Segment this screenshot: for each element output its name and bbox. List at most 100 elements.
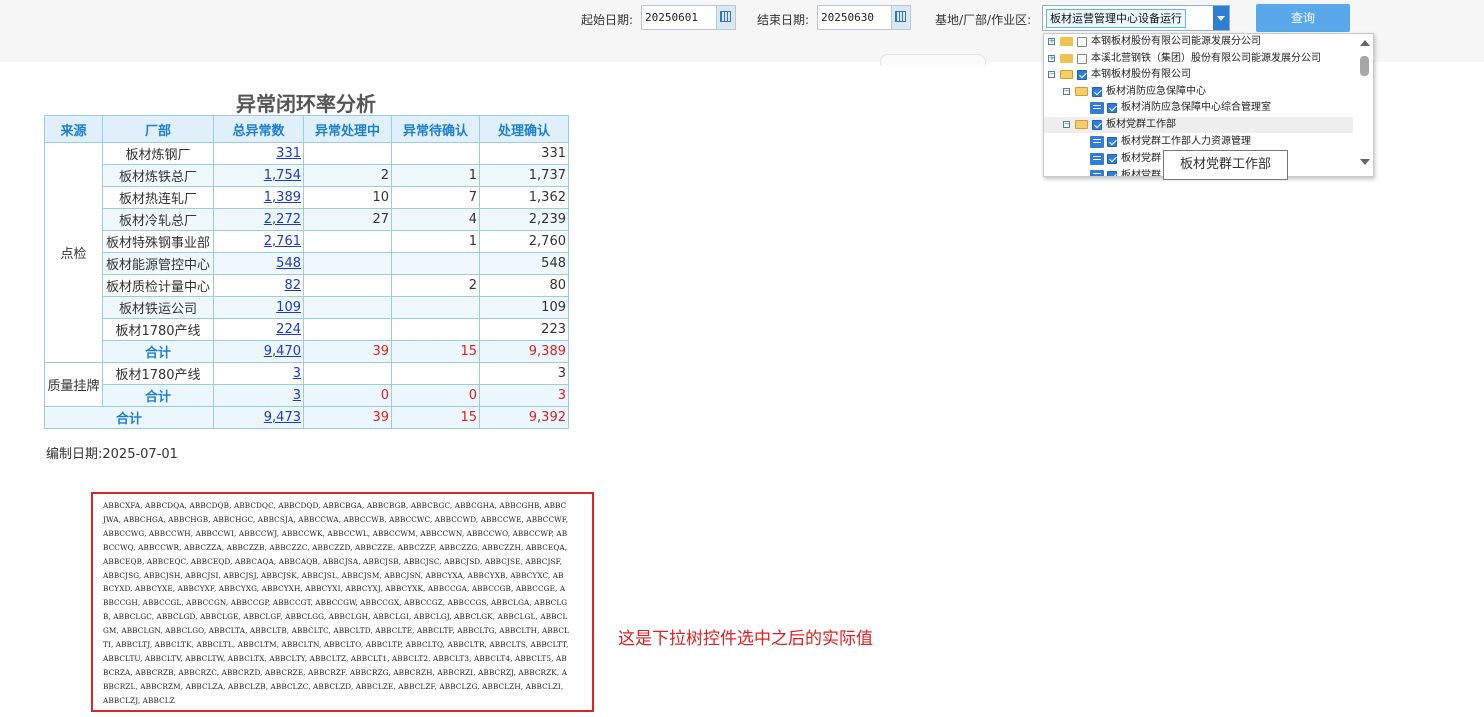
start-date-calendar-button[interactable] [716,6,735,29]
total-link[interactable]: 82 [284,278,301,293]
total-link[interactable]: 3 [293,366,301,381]
grand-total-link[interactable]: 9,473 [264,410,301,425]
tree-checkbox[interactable] [1077,37,1087,47]
processing-cell [303,142,392,165]
folder-open-icon [1075,87,1088,96]
collapse-icon[interactable]: − [1048,71,1055,78]
table-row: 板材炼铁总厂 1,754 2 1 1,737 [45,164,569,187]
subtotal-row: 合计 9,470 39 15 9,389 [45,340,569,363]
folder-icon [1060,37,1073,46]
subtotal-row: 合计 3 0 0 3 [45,384,569,407]
grand-total-confirmed: 9,392 [479,406,569,429]
confirmed-cell: 109 [479,296,569,319]
tree-checkbox-checked[interactable] [1107,137,1117,147]
grand-total-processing: 39 [303,406,392,429]
processing-cell [303,230,392,253]
expand-icon[interactable]: + [1048,38,1055,45]
tree-node-tooltip: 板材党群工作部 [1163,150,1288,180]
org-tree-combo[interactable]: 板材运营管理中心设备运行 [1042,5,1230,31]
table-row: 板材铁运公司 109 109 [45,296,569,319]
source-cell: 点检 [44,142,103,363]
pending-cell: 1 [391,230,480,253]
expand-icon[interactable]: + [1048,55,1055,62]
total-link[interactable]: 331 [276,146,301,161]
grand-total-pending: 15 [391,406,480,429]
tree-node-hover[interactable]: − 板材党群工作部 [1044,117,1353,133]
confirmed-cell: 80 [479,274,569,297]
table-row: 板材质检计量中心 82 2 80 [45,274,569,297]
end-date-calendar-button[interactable] [891,6,910,29]
folder-open-icon [1060,70,1073,79]
org-selected-tag[interactable]: 板材运营管理中心设备运行 [1046,9,1186,28]
total-link[interactable]: 1,754 [264,168,301,183]
col-header-factory: 厂部 [102,115,214,143]
collapse-icon[interactable]: − [1063,121,1070,128]
tree-node[interactable]: 板材党群工作部人力资源管理 [1044,134,1356,150]
selected-values-box: ABBCXFA, ABBCDQA, ABBCDQB, ABBCDQC, ABBC… [91,492,594,712]
tree-checkbox-checked[interactable] [1077,70,1087,80]
total-link[interactable]: 548 [276,256,301,271]
tree-node-label: 板材消防应急保障中心 [1106,86,1206,97]
tree-node[interactable]: − 板材消防应急保障中心 [1044,84,1356,100]
start-date-input[interactable]: 20250601 [641,5,736,30]
tree-node[interactable]: − 本钢板材股份有限公司 [1044,67,1356,83]
report-table: 来源 厂部 总异常数 异常处理中 异常待确认 处理确认 点检 板材炼钢厂 331… [44,115,569,429]
scroll-down-arrow-icon[interactable] [1360,159,1370,165]
scroll-thumb[interactable] [1360,56,1369,76]
tree-checkbox-checked[interactable] [1107,154,1117,164]
tree-node[interactable]: 板材消防应急保障中心综合管理室 [1044,100,1356,116]
tree-node-label: 板材党群工作部 [1106,119,1176,130]
report-title: 异常闭环率分析 [236,92,376,116]
total-link[interactable]: 2,272 [264,212,301,227]
subtotal-confirmed: 3 [479,384,569,407]
confirmed-cell: 223 [479,318,569,341]
annotation-note: 这是下拉树控件选中之后的实际值 [618,629,873,649]
grand-total-label: 合计 [44,406,214,429]
tree-checkbox-checked[interactable] [1107,103,1117,113]
tab-hint [880,54,986,65]
tree-node[interactable]: + 本溪北营钢铁（集团）股份有限公司能源发展分公司 [1044,51,1356,67]
folder-icon [1060,54,1073,63]
subtotal-total-link[interactable]: 3 [293,388,301,403]
processing-cell [303,362,392,385]
tree-node-label: 本钢板材股份有限公司能源发展分公司 [1091,36,1261,47]
table-row: 质量挂牌 板材1780产线 3 3 [44,362,569,407]
total-link[interactable]: 1,389 [264,190,301,205]
end-date-value: 20250630 [821,11,874,24]
end-date-input[interactable]: 20250630 [817,5,911,30]
tree-checkbox[interactable] [1077,54,1087,64]
table-row: 板材特殊钢事业部 2,761 1 2,760 [45,230,569,253]
confirmed-cell: 1,737 [479,164,569,187]
tree-node-label: 板材党群 [1121,153,1161,164]
table-row: 板材热连轧厂 1,389 10 7 1,362 [45,186,569,209]
leaf-node-icon [1090,153,1104,165]
leaf-node-icon [1090,102,1104,114]
tree-scrollbar[interactable] [1356,34,1373,176]
source-cell: 质量挂牌 [44,362,103,407]
tree-node-label: 板材消防应急保障中心综合管理室 [1121,102,1271,113]
col-header-pending: 异常待确认 [391,115,480,143]
factory-cell: 板材冷轧总厂 [102,208,214,231]
combo-dropdown-button[interactable] [1213,6,1229,30]
confirmed-cell: 1,362 [479,186,569,209]
scroll-up-arrow-icon[interactable] [1360,40,1370,46]
selected-values-text: ABBCXFA, ABBCDQA, ABBCDQB, ABBCDQC, ABBC… [103,501,570,705]
subtotal-processing: 39 [303,340,392,363]
tree-checkbox-checked[interactable] [1092,120,1102,130]
confirmed-cell: 548 [479,252,569,275]
collapse-icon[interactable]: − [1063,88,1070,95]
query-button[interactable]: 查询 [1256,4,1350,32]
subtotal-label: 合计 [102,384,214,407]
tree-checkbox-checked[interactable] [1107,171,1117,176]
total-link[interactable]: 109 [276,300,301,315]
total-link[interactable]: 224 [276,322,301,337]
tree-checkbox-checked[interactable] [1092,87,1102,97]
pending-cell: 2 [391,274,480,297]
factory-cell: 板材炼铁总厂 [102,164,214,187]
subtotal-total-link[interactable]: 9,470 [264,344,301,359]
total-link[interactable]: 2,761 [264,234,301,249]
chevron-down-icon [1217,16,1225,21]
tree-node-label: 板材党群 [1121,170,1161,177]
tree-node[interactable]: + 本钢板材股份有限公司能源发展分公司 [1044,34,1356,50]
factory-cell: 板材质检计量中心 [102,274,214,297]
